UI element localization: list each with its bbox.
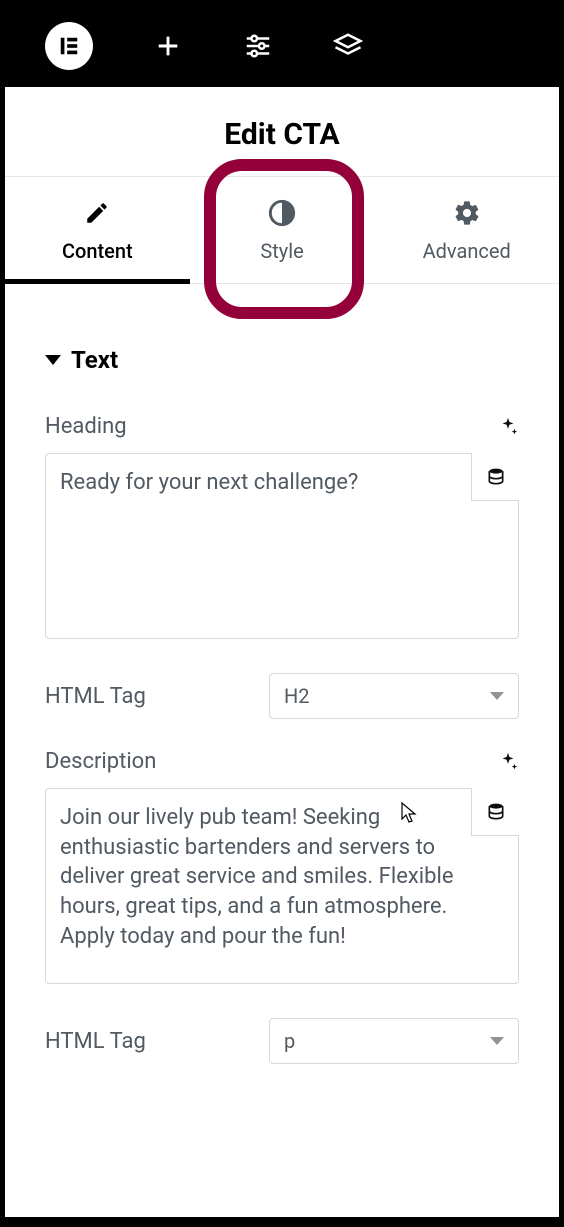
tab-style[interactable]: Style bbox=[190, 177, 375, 283]
add-icon[interactable] bbox=[153, 31, 183, 61]
heading-label: Heading bbox=[45, 414, 127, 439]
dynamic-tags-button[interactable] bbox=[471, 788, 519, 836]
heading-html-tag-select[interactable]: H2 bbox=[269, 673, 519, 719]
gear-icon bbox=[453, 199, 481, 227]
mouse-cursor-icon bbox=[401, 802, 417, 824]
structure-layers-icon[interactable] bbox=[333, 31, 363, 61]
section-text-header[interactable]: Text bbox=[45, 346, 519, 374]
editor-tabs: Content Style Advanced bbox=[5, 176, 559, 284]
content-panel: Text Heading HTML Tag H2 bbox=[5, 284, 559, 1217]
description-html-tag-value: p bbox=[284, 1029, 295, 1053]
description-label: Description bbox=[45, 749, 156, 774]
section-text-title: Text bbox=[71, 346, 118, 374]
ai-sparkle-icon[interactable] bbox=[497, 751, 519, 773]
heading-html-tag-value: H2 bbox=[284, 684, 310, 708]
settings-sliders-icon[interactable] bbox=[243, 31, 273, 61]
chevron-down-icon bbox=[490, 692, 504, 700]
tab-content-label: Content bbox=[62, 239, 133, 263]
tab-content[interactable]: Content bbox=[5, 177, 190, 283]
heading-html-tag-label: HTML Tag bbox=[45, 684, 146, 709]
description-html-tag-label: HTML Tag bbox=[45, 1029, 146, 1054]
caret-down-icon bbox=[45, 355, 61, 365]
description-html-tag-select[interactable]: p bbox=[269, 1018, 519, 1064]
tab-advanced[interactable]: Advanced bbox=[374, 177, 559, 283]
tab-style-label: Style bbox=[260, 239, 303, 263]
elementor-logo[interactable] bbox=[45, 22, 93, 70]
field-heading-html-tag: HTML Tag H2 bbox=[45, 673, 519, 719]
tab-advanced-label: Advanced bbox=[423, 239, 511, 263]
chevron-down-icon bbox=[490, 1037, 504, 1045]
half-circle-icon bbox=[268, 199, 296, 227]
field-description: Description bbox=[45, 749, 519, 988]
field-description-html-tag: HTML Tag p bbox=[45, 1018, 519, 1064]
description-input[interactable] bbox=[45, 788, 519, 984]
dynamic-tags-button[interactable] bbox=[471, 453, 519, 501]
heading-input[interactable] bbox=[45, 453, 519, 639]
top-toolbar bbox=[5, 5, 559, 87]
panel-title-text: Edit CTA bbox=[5, 117, 559, 152]
ai-sparkle-icon[interactable] bbox=[497, 416, 519, 438]
pencil-icon bbox=[83, 199, 111, 227]
panel-title: Edit CTA bbox=[5, 87, 559, 176]
field-heading: Heading bbox=[45, 414, 519, 643]
